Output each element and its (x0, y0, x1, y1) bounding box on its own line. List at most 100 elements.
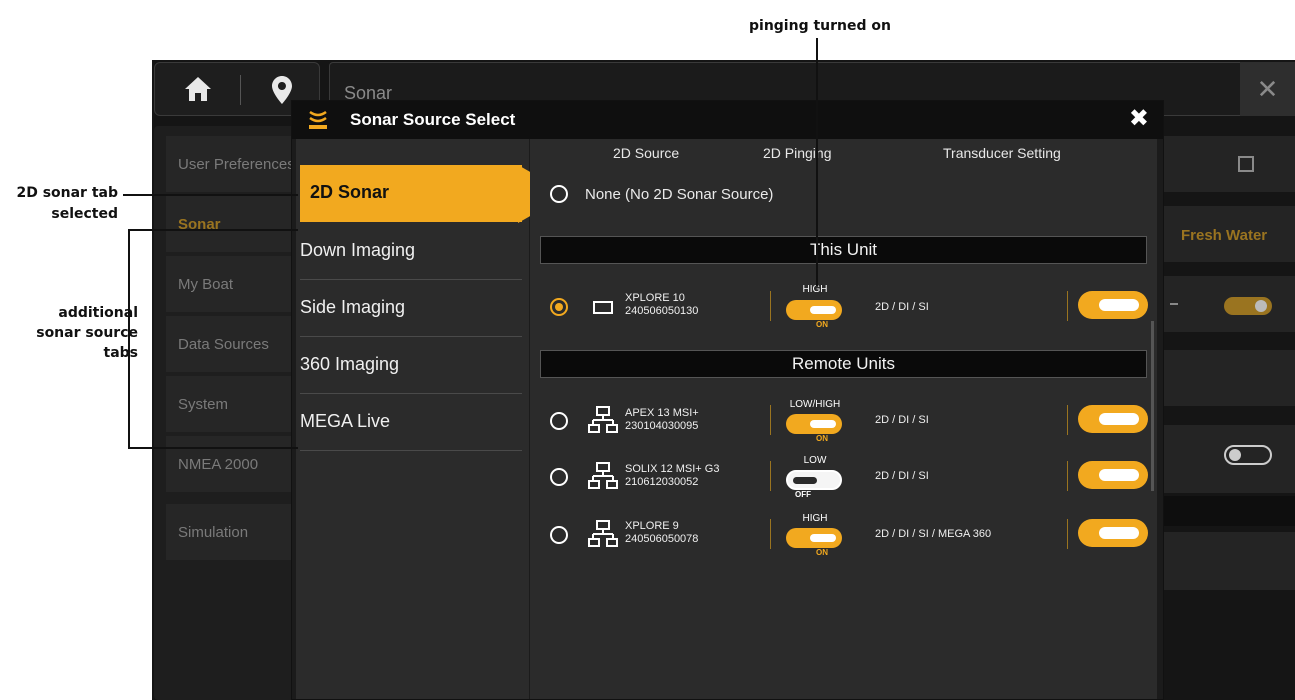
ping-level: LOW/HIGH (789, 399, 841, 410)
dialog-title: Sonar Source Select (350, 110, 516, 129)
device-name: APEX 13 MSI+ (625, 407, 699, 419)
callout-line (816, 38, 818, 286)
bg-panel-bottom (1164, 532, 1295, 590)
callout-additional-line2: sonar source (36, 325, 138, 341)
ping-level: LOW (803, 455, 827, 466)
bg-panel-dark (1164, 496, 1295, 526)
bg-panel-water: Fresh Water (1164, 206, 1295, 262)
ping-state: OFF (795, 490, 811, 499)
frequencies: 2D / DI / SI (875, 414, 929, 426)
tab-side-imaging[interactable]: Side Imaging (300, 280, 522, 337)
callout-bracket (128, 229, 130, 448)
callout-tab-line2: selected (51, 206, 118, 222)
tab-2d-sonar[interactable]: 2D Sonar (300, 165, 522, 222)
copy-icon[interactable] (1238, 156, 1254, 172)
transducer-toggle[interactable] (1078, 405, 1148, 433)
dash (1170, 303, 1178, 305)
callout-tab-line1: 2D sonar tab (16, 185, 118, 201)
network-icon (588, 462, 618, 495)
none-option-label: None (No 2D Sonar Source) (585, 186, 774, 203)
network-icon (588, 406, 618, 439)
bg-panel-empty (1164, 350, 1295, 406)
callout-bracket-top (128, 229, 298, 231)
pinging-toggle[interactable] (786, 470, 842, 490)
remote-units-header: Remote Units (540, 350, 1147, 378)
tab-360-imaging[interactable]: 360 Imaging (300, 337, 522, 394)
callout-pinging: pinging turned on (749, 18, 891, 34)
device-serial: 230104030095 (625, 420, 699, 432)
pinging-toggle[interactable] (786, 414, 842, 434)
frequencies: 2D / DI / SI / MEGA 360 (875, 528, 992, 540)
separator (1067, 291, 1068, 321)
column-header-2d-pinging: 2D Pinging (763, 145, 832, 161)
source-list-pane: 2D Source 2D Pinging Transducer Setting … (530, 139, 1157, 699)
ping-level: HIGH (802, 284, 828, 295)
dialog-header: Sonar Source Select ✖ (292, 101, 1163, 139)
close-icon[interactable]: ✖ (1129, 106, 1149, 132)
network-icon (588, 520, 618, 553)
bg-toggle-off[interactable] (1224, 445, 1272, 465)
tab-label: MEGA Live (300, 411, 391, 431)
radio-apex-13[interactable] (550, 412, 568, 430)
app-close-button[interactable]: ✕ (1240, 62, 1295, 116)
tab-label: Side Imaging (300, 297, 406, 317)
this-unit-header: This Unit (540, 236, 1147, 264)
device-serial: 240506050078 (625, 533, 699, 545)
bg-toggle-on[interactable] (1224, 297, 1272, 315)
frequencies: 2D / DI / SI (875, 470, 929, 482)
separator (1067, 519, 1068, 549)
device-name: XPLORE 10 (625, 292, 685, 304)
ping-state: ON (816, 548, 828, 557)
tab-label: Down Imaging (300, 240, 416, 260)
separator (770, 405, 771, 435)
separator (770, 519, 771, 549)
separator (770, 461, 771, 491)
tab-down-imaging[interactable]: Down Imaging (300, 223, 522, 280)
menu-item-user-preferences[interactable]: User Preferences (166, 136, 304, 192)
menu-item-system[interactable]: System (166, 376, 304, 432)
frequencies: 2D / DI / SI (875, 301, 929, 313)
radio-xplore-10[interactable] (550, 298, 568, 316)
sonar-icon (306, 108, 330, 132)
waypoint-icon[interactable] (271, 75, 293, 110)
tab-label: 360 Imaging (300, 354, 400, 374)
transducer-toggle[interactable] (1078, 519, 1148, 547)
radio-xplore-9[interactable] (550, 526, 568, 544)
column-header-2d-source: 2D Source (613, 145, 680, 161)
bg-panel-toggle (1164, 276, 1295, 332)
sonar-source-dialog: Sonar Source Select ✖ 2D Sonar Down Imag… (291, 100, 1164, 700)
transducer-toggle[interactable] (1078, 291, 1148, 319)
callout-additional-line1: additional (58, 305, 138, 321)
transducer-toggle[interactable] (1078, 461, 1148, 489)
bg-panel-copy (1164, 136, 1295, 192)
menu-item-sonar[interactable]: Sonar (166, 196, 304, 252)
menu-item-my-boat[interactable]: My Boat (166, 256, 304, 312)
ping-level: HIGH (802, 513, 828, 524)
device-name: SOLIX 12 MSI+ G3 (625, 463, 720, 475)
tab-mega-live[interactable]: MEGA Live (300, 394, 522, 451)
ping-state: ON (816, 434, 828, 443)
device-serial: 210612030052 (625, 476, 699, 488)
bg-panel-toggle-2 (1164, 425, 1295, 493)
separator (770, 291, 771, 321)
menu-item-simulation[interactable]: Simulation (166, 504, 304, 560)
sonar-tab-list: 2D Sonar Down Imaging Side Imaging 360 I… (296, 139, 529, 699)
ping-state: ON (816, 320, 828, 329)
callout-additional-line3: tabs (103, 345, 139, 361)
display-icon (593, 301, 613, 314)
home-icon[interactable] (183, 75, 213, 108)
tab-label: 2D Sonar (310, 182, 390, 202)
column-header-transducer-setting: Transducer Setting (943, 145, 1061, 161)
radio-solix-12[interactable] (550, 468, 568, 486)
scrollbar[interactable] (1151, 321, 1154, 491)
pinging-toggle[interactable] (786, 300, 842, 320)
radio-none[interactable] (550, 185, 568, 203)
pinging-toggle[interactable] (786, 528, 842, 548)
device-serial: 240506050130 (625, 305, 699, 317)
divider (240, 75, 241, 105)
menu-item-data-sources[interactable]: Data Sources (166, 316, 304, 372)
menu-item-nmea-2000[interactable]: NMEA 2000 (166, 436, 304, 492)
device-name: XPLORE 9 (625, 520, 679, 532)
settings-menu: User Preferences Sonar My Boat Data Sour… (154, 126, 304, 700)
water-type-value[interactable]: Fresh Water (1181, 227, 1267, 244)
